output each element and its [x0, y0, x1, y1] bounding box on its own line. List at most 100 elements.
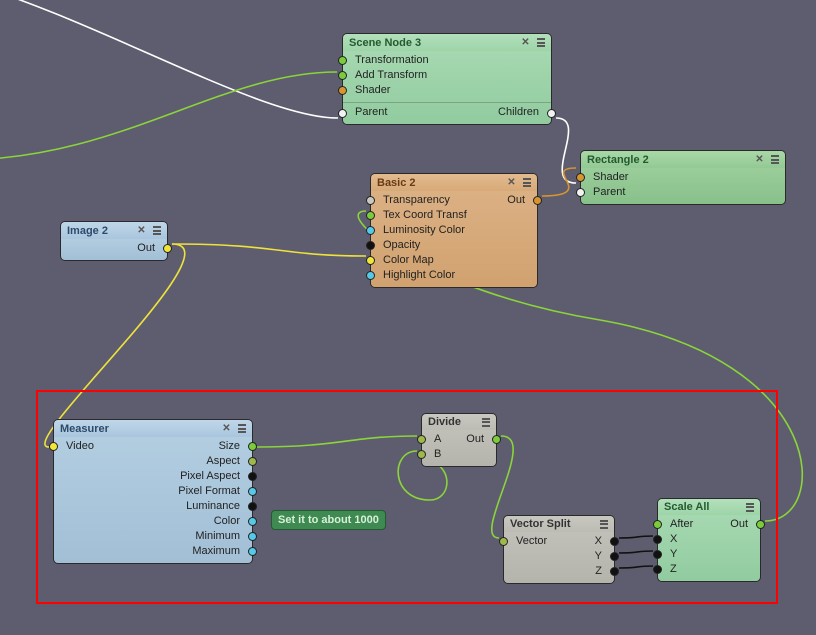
port-aspect-row: Aspect	[54, 454, 252, 469]
port-label: Aspect	[206, 455, 240, 467]
port-label: Pixel Format	[178, 485, 240, 497]
node-basic-2[interactable]: Basic 2 ✕ Transparency Out Tex Coord Tra…	[370, 173, 538, 288]
port-in[interactable]	[338, 86, 347, 95]
port-label: Highlight Color	[383, 269, 455, 281]
wire-offscreen-parent	[0, 0, 338, 118]
node-rectangle-2[interactable]: Rectangle 2 ✕ Shader Parent	[580, 150, 786, 205]
port-minimum-row: Minimum	[54, 529, 252, 544]
port-label-left: Parent	[355, 105, 387, 120]
port-out[interactable]	[756, 520, 765, 529]
port-opacity-row: Opacity	[371, 238, 537, 253]
close-icon[interactable]: ✕	[135, 224, 148, 237]
port-in[interactable]	[576, 188, 585, 197]
port-out[interactable]	[248, 487, 257, 496]
port-out[interactable]	[248, 472, 257, 481]
port-label-right: Size	[219, 439, 240, 454]
wire-offscreen-addtransform	[0, 72, 337, 160]
node-title: Divide	[428, 416, 480, 428]
port-after-out-row: After Out	[658, 517, 760, 532]
port-z[interactable]	[653, 565, 662, 574]
node-scale-all[interactable]: Scale All After Out X Y Z	[657, 498, 761, 582]
port-a[interactable]	[417, 435, 426, 444]
port-label: Maximum	[192, 545, 240, 557]
port-add-transform-row: Add Transform	[343, 68, 551, 83]
port-size[interactable]	[248, 442, 257, 451]
node-scene-node-3[interactable]: Scene Node 3 ✕ Transformation Add Transf…	[342, 33, 552, 125]
port-out[interactable]	[248, 457, 257, 466]
node-vector-split[interactable]: Vector Split Vector X Y Z	[503, 515, 615, 584]
port-label: Tex Coord Transf	[383, 209, 467, 221]
node-title: Measurer	[60, 423, 220, 435]
close-icon[interactable]: ✕	[220, 422, 233, 435]
node-image-2[interactable]: Image 2 ✕ Out	[60, 221, 168, 261]
node-title: Image 2	[67, 225, 135, 237]
menu-icon[interactable]	[151, 225, 163, 237]
port-label: Luminosity Color	[383, 224, 465, 236]
port-in[interactable]	[366, 196, 375, 205]
port-y[interactable]	[610, 552, 619, 561]
port-label: Y	[595, 550, 602, 562]
port-b[interactable]	[417, 450, 426, 459]
port-after[interactable]	[653, 520, 662, 529]
port-label-right: Out	[466, 432, 484, 447]
menu-icon[interactable]	[480, 416, 492, 428]
port-label-left: A	[434, 432, 441, 447]
port-label-left: Video	[66, 439, 94, 454]
port-label-right: X	[595, 534, 602, 549]
port-out[interactable]	[492, 435, 501, 444]
port-label: Opacity	[383, 239, 420, 251]
port-vector[interactable]	[499, 537, 508, 546]
menu-icon[interactable]	[598, 518, 610, 530]
close-icon[interactable]: ✕	[505, 176, 518, 189]
port-out[interactable]	[248, 502, 257, 511]
port-out[interactable]	[533, 196, 542, 205]
port-label: Pixel Aspect	[180, 470, 240, 482]
port-in[interactable]	[366, 211, 375, 220]
menu-icon[interactable]	[236, 423, 248, 435]
port-in[interactable]	[338, 71, 347, 80]
menu-icon[interactable]	[769, 154, 781, 166]
port-lumcolor-row: Luminosity Color	[371, 223, 537, 238]
port-y-row: Y	[658, 547, 760, 562]
port-label: X	[670, 533, 677, 545]
port-in[interactable]	[366, 226, 375, 235]
port-in[interactable]	[576, 173, 585, 182]
node-title: Basic 2	[377, 177, 505, 189]
port-z[interactable]	[610, 567, 619, 576]
port-z-row: Z	[504, 564, 614, 579]
port-x[interactable]	[653, 535, 662, 544]
port-label: Luminance	[186, 500, 240, 512]
port-video-size-row: Video Size	[54, 439, 252, 454]
port-out[interactable]	[248, 547, 257, 556]
port-out[interactable]	[248, 517, 257, 526]
port-in[interactable]	[338, 56, 347, 65]
port-out[interactable]	[163, 244, 172, 253]
port-children[interactable]	[547, 109, 556, 118]
port-video[interactable]	[49, 442, 58, 451]
port-x-row: X	[658, 532, 760, 547]
port-parent[interactable]	[338, 109, 347, 118]
menu-icon[interactable]	[535, 37, 547, 49]
node-measurer[interactable]: Measurer ✕ Video Size Aspect Pixel Aspec…	[53, 419, 253, 564]
port-in[interactable]	[366, 271, 375, 280]
menu-icon[interactable]	[521, 177, 533, 189]
close-icon[interactable]: ✕	[753, 153, 766, 166]
port-a-out-row: A Out	[422, 432, 496, 447]
close-icon[interactable]: ✕	[519, 36, 532, 49]
port-in[interactable]	[366, 256, 375, 265]
port-label: Parent	[593, 186, 625, 198]
port-maximum-row: Maximum	[54, 544, 252, 559]
node-divide[interactable]: Divide A Out B	[421, 413, 497, 467]
port-x[interactable]	[610, 537, 619, 546]
port-colormap-row: Color Map	[371, 253, 537, 268]
port-z-row: Z	[658, 562, 760, 577]
port-y[interactable]	[653, 550, 662, 559]
port-texcoord-row: Tex Coord Transf	[371, 208, 537, 223]
port-in[interactable]	[366, 241, 375, 250]
port-shader-row: Shader	[581, 170, 785, 185]
menu-icon[interactable]	[744, 501, 756, 513]
port-label: Color Map	[383, 254, 434, 266]
port-y-row: Y	[504, 549, 614, 564]
node-title: Scene Node 3	[349, 37, 519, 49]
port-out[interactable]	[248, 532, 257, 541]
